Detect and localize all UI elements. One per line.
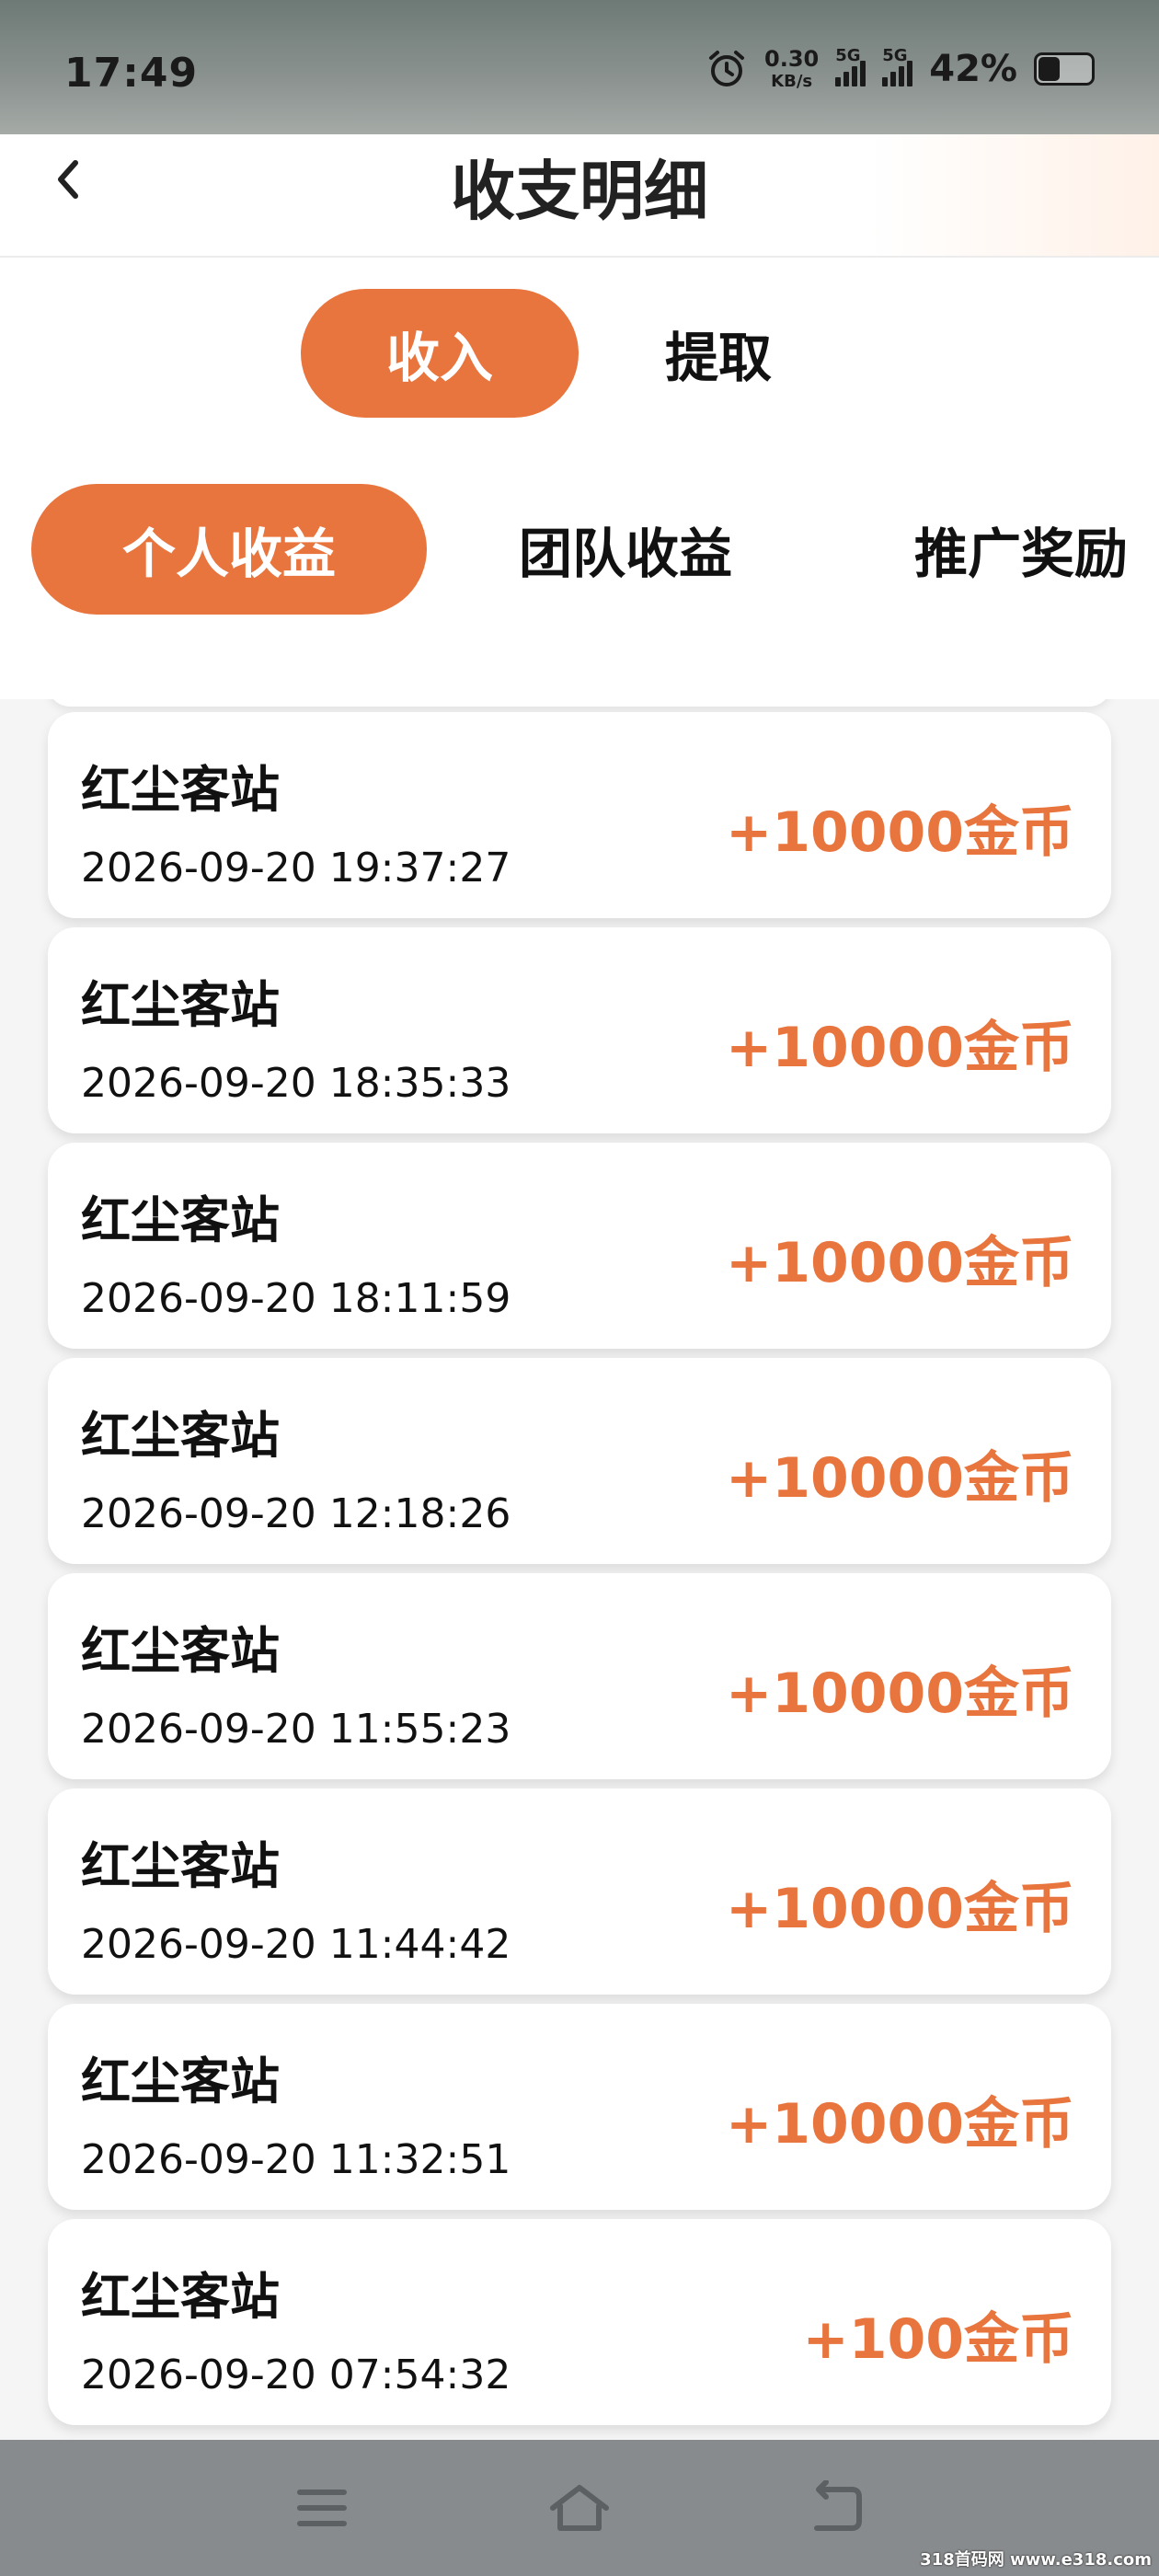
record-source: 红尘客站 — [81, 2268, 280, 2326]
tab-income[interactable]: 收入 — [301, 289, 579, 418]
record-amount: +10000金币 — [725, 1446, 1074, 1511]
list-item[interactable]: 红尘客站 2026-09-20 11:55:23 +10000金币 — [48, 1573, 1111, 1779]
battery-icon — [1034, 52, 1095, 86]
record-source: 红尘客站 — [81, 2053, 280, 2110]
record-source: 红尘客站 — [81, 761, 280, 819]
list-item[interactable]: 红尘客站 2026-09-20 11:44:42 +10000金币 — [48, 1788, 1111, 1995]
status-time: 17:49 — [64, 50, 199, 97]
records-list-viewport[interactable]: 红尘客站 2026-09-20 19:37:27 +10000金币 红尘客站 2… — [0, 699, 1159, 2440]
network-speed-value: 0.30 — [764, 46, 820, 72]
menu-icon — [297, 2490, 347, 2526]
record-source: 红尘客站 — [81, 1622, 280, 1680]
back-arrow-icon — [814, 2480, 862, 2531]
primary-tabs: 收入 提取 — [0, 289, 1159, 418]
tab-team-earnings[interactable]: 团队收益 — [469, 484, 782, 615]
record-time: 2026-09-20 18:11:59 — [81, 1275, 511, 1322]
tab-personal-earnings[interactable]: 个人收益 — [31, 484, 427, 615]
sim2-label: 5G — [882, 46, 908, 65]
record-time: 2026-09-20 12:18:26 — [81, 1490, 511, 1537]
record-source: 红尘客站 — [81, 1191, 280, 1249]
record-amount: +10000金币 — [725, 1662, 1074, 1726]
record-amount: +10000金币 — [725, 1231, 1074, 1295]
signal-sim1-icon: 5G — [835, 46, 866, 86]
list-item[interactable]: 红尘客站 2026-09-20 12:18:26 +10000金币 — [48, 1358, 1111, 1564]
record-time: 2026-09-20 11:55:23 — [81, 1706, 511, 1753]
home-icon — [550, 2485, 609, 2531]
network-speed-unit: KB/s — [771, 72, 813, 91]
list-item[interactable]: 红尘客站 2026-09-20 18:11:59 +10000金币 — [48, 1143, 1111, 1349]
alarm-clock-icon — [706, 48, 748, 90]
status-bar: 17:49 0.30 KB/s 5G 5G 42% — [0, 0, 1159, 134]
record-source: 红尘客站 — [81, 1407, 280, 1465]
record-source: 红尘客站 — [81, 976, 280, 1034]
tab-withdraw[interactable]: 提取 — [589, 289, 848, 418]
list-item[interactable]: 红尘客站 2026-09-20 18:35:33 +10000金币 — [48, 927, 1111, 1133]
record-amount: +10000金币 — [725, 1016, 1074, 1080]
record-amount: +10000金币 — [725, 2092, 1074, 2156]
nav-home-button[interactable] — [543, 2471, 616, 2545]
battery-level-fill — [1039, 57, 1060, 81]
record-time: 2026-09-20 11:44:42 — [81, 1921, 511, 1968]
list-item[interactable]: 红尘客站 2026-09-20 11:32:51 +10000金币 — [48, 2004, 1111, 2210]
network-speed: 0.30 KB/s — [764, 48, 819, 90]
battery-percent: 42% — [929, 48, 1017, 90]
page-title: 收支明细 — [451, 154, 708, 229]
page-header: 收支明细 — [0, 134, 1159, 258]
secondary-tabs: 个人收益 团队收益 推广奖励 — [0, 484, 1159, 615]
sim1-label: 5G — [835, 46, 861, 65]
system-navigation-bar: 318首码网 www.e318.com — [0, 2440, 1159, 2576]
tab-promotion-rewards[interactable]: 推广奖励 — [883, 484, 1159, 615]
list-item[interactable]: 红尘客站 2026-09-20 19:37:27 +10000金币 — [48, 712, 1111, 918]
record-amount: +100金币 — [802, 2307, 1074, 2372]
list-item-partial — [48, 699, 1111, 707]
signal-sim2-icon: 5G — [882, 46, 913, 86]
record-time: 2026-09-20 11:32:51 — [81, 2136, 511, 2183]
list-item[interactable]: 红尘客站 2026-09-20 07:54:32 +100金币 — [48, 2219, 1111, 2425]
record-time: 2026-09-20 19:37:27 — [81, 845, 511, 891]
nav-menu-button[interactable] — [285, 2471, 359, 2545]
record-amount: +10000金币 — [725, 1877, 1074, 1941]
status-icons: 0.30 KB/s 5G 5G 42% — [706, 46, 1095, 90]
record-time: 2026-09-20 07:54:32 — [81, 2352, 511, 2398]
watermark: 318首码网 www.e318.com — [920, 2550, 1152, 2570]
record-amount: +10000金币 — [725, 800, 1074, 865]
record-source: 红尘客站 — [81, 1837, 280, 1895]
nav-back-button[interactable] — [800, 2471, 874, 2545]
record-time: 2026-09-20 18:35:33 — [81, 1060, 511, 1107]
